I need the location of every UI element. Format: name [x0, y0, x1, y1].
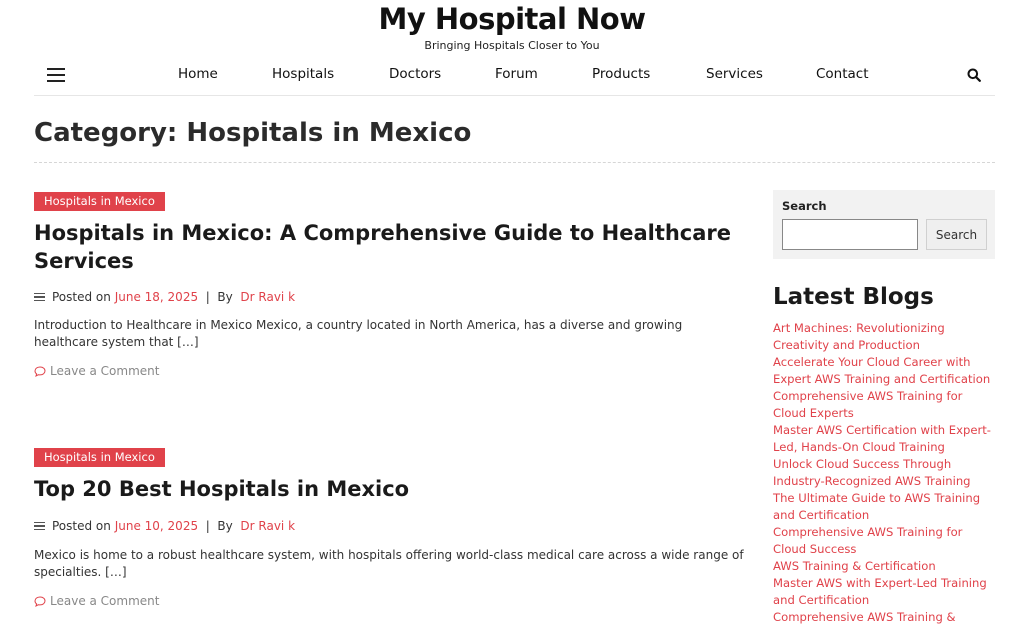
category-badge[interactable]: Hospitals in Mexico	[34, 448, 165, 467]
leave-comment-link[interactable]: Leave a Comment	[34, 594, 744, 608]
post-date-link[interactable]: June 10, 2025	[115, 519, 198, 533]
menu-lines-icon	[34, 521, 45, 531]
leave-comment-label: Leave a Comment	[50, 594, 160, 608]
latest-blog-link[interactable]: Comprehensive AWS Training for Cloud Exp…	[773, 388, 995, 422]
search-widget: Search Search	[773, 190, 995, 259]
posted-on-label: Posted on	[52, 519, 111, 533]
latest-blog-link[interactable]: Master AWS Certification with Expert-Led…	[773, 422, 995, 456]
post-card: Hospitals in Mexico Top 20 Best Hospital…	[34, 446, 744, 608]
site-title[interactable]: My Hospital Now	[0, 2, 1024, 36]
post-excerpt: Mexico is home to a robust healthcare sy…	[34, 548, 744, 579]
search-icon[interactable]	[967, 67, 983, 83]
main-navigation: Home Hospitals Doctors Forum Products Se…	[34, 60, 995, 96]
post-title[interactable]: Top 20 Best Hospitals in Mexico	[34, 475, 744, 503]
nav-item-home[interactable]: Home	[178, 66, 218, 82]
site-tagline: Bringing Hospitals Closer to You	[424, 39, 600, 52]
latest-blog-link[interactable]: Unlock Cloud Success Through Industry-Re…	[773, 456, 995, 490]
menu-lines-icon	[34, 292, 45, 302]
latest-blog-link[interactable]: Master AWS with Expert-Led Training and …	[773, 575, 995, 609]
meta-separator: |	[205, 519, 210, 533]
nav-item-services[interactable]: Services	[706, 66, 763, 82]
post-title[interactable]: Hospitals in Mexico: A Comprehensive Gui…	[34, 219, 744, 275]
post-excerpt: Introduction to Healthcare in Mexico Mex…	[34, 318, 683, 349]
comment-icon	[34, 365, 46, 377]
nav-item-forum[interactable]: Forum	[495, 66, 538, 82]
latest-blog-link[interactable]: AWS Training & Certification	[773, 558, 995, 575]
posted-on-label: Posted on	[52, 290, 111, 304]
nav-item-doctors[interactable]: Doctors	[389, 66, 441, 82]
by-label: By	[217, 519, 233, 533]
latest-blog-link[interactable]: The Ultimate Guide to AWS Training and C…	[773, 490, 995, 524]
post-date-link[interactable]: June 18, 2025	[115, 290, 198, 304]
search-button[interactable]: Search	[926, 219, 987, 250]
latest-blog-link[interactable]: Accelerate Your Cloud Career with Expert…	[773, 354, 995, 388]
search-widget-label: Search	[782, 199, 827, 213]
latest-blog-link[interactable]: Comprehensive AWS Training for Cloud Suc…	[773, 524, 995, 558]
post-meta: Posted on June 10, 2025 | By Dr Ravi k	[34, 519, 744, 533]
title-divider	[34, 162, 995, 163]
comment-icon	[34, 595, 46, 607]
latest-blog-link[interactable]: Art Machines: Revolutionizing Creativity…	[773, 320, 995, 354]
leave-comment-link[interactable]: Leave a Comment	[34, 364, 744, 378]
leave-comment-label: Leave a Comment	[50, 364, 160, 378]
nav-item-products[interactable]: Products	[592, 66, 650, 82]
latest-blog-link[interactable]: Comprehensive AWS Training & Certificati…	[773, 609, 995, 628]
hamburger-menu-icon[interactable]	[47, 68, 67, 82]
post-meta: Posted on June 18, 2025 | By Dr Ravi k	[34, 290, 744, 304]
by-label: By	[217, 290, 233, 304]
nav-item-hospitals[interactable]: Hospitals	[272, 66, 334, 82]
post-card: Hospitals in Mexico Hospitals in Mexico:…	[34, 190, 744, 378]
author-link[interactable]: Dr Ravi k	[240, 519, 295, 533]
category-badge[interactable]: Hospitals in Mexico	[34, 192, 165, 211]
latest-blogs-list: Art Machines: Revolutionizing Creativity…	[773, 320, 995, 628]
latest-blogs-heading: Latest Blogs	[773, 284, 934, 310]
search-input[interactable]	[782, 219, 918, 250]
archive-title: Category: Hospitals in Mexico	[34, 118, 472, 148]
nav-item-contact[interactable]: Contact	[816, 66, 869, 82]
author-link[interactable]: Dr Ravi k	[240, 290, 295, 304]
meta-separator: |	[205, 290, 210, 304]
